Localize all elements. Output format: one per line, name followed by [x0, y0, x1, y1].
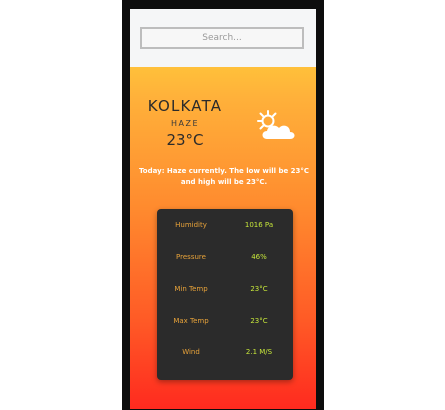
- weather-summary: Today: Haze currently. The low will be 2…: [138, 167, 310, 186]
- page: KOLKATA HAZE 23°C Today: Haze currently.…: [0, 0, 445, 410]
- stat-value: 46%: [251, 253, 267, 261]
- search-bar-area: [130, 9, 316, 67]
- stat-row-wind: Wind 2.1 M/S: [157, 348, 293, 362]
- stat-row-humidity: Humidity 1016 Pa: [157, 221, 293, 235]
- weather-stats-card: Humidity 1016 Pa Pressure 46% Min Temp 2…: [157, 209, 293, 380]
- partly-cloudy-sun-icon: [257, 110, 295, 139]
- stat-row-pressure: Pressure 46%: [157, 253, 293, 267]
- stat-row-min-temp: Min Temp 23°C: [157, 285, 293, 299]
- current-temperature: 23°C: [166, 131, 204, 149]
- stat-label: Min Temp: [174, 285, 208, 293]
- stat-label: Humidity: [175, 221, 207, 229]
- stat-value: 23°C: [250, 285, 268, 293]
- stat-label: Pressure: [176, 253, 206, 261]
- stat-value: 23°C: [250, 317, 268, 325]
- weather-condition: HAZE: [170, 119, 200, 128]
- search-input[interactable]: [140, 27, 304, 49]
- stat-value: 1016 Pa: [244, 221, 274, 229]
- city-name: KOLKATA: [147, 97, 223, 115]
- stat-label: Max Temp: [173, 317, 209, 325]
- weather-app-screen: KOLKATA HAZE 23°C Today: Haze currently.…: [130, 9, 316, 409]
- stat-value: 2.1 M/S: [245, 348, 273, 356]
- phone-frame: KOLKATA HAZE 23°C Today: Haze currently.…: [122, 0, 324, 410]
- stat-label: Wind: [182, 348, 200, 356]
- stat-row-max-temp: Max Temp 23°C: [157, 317, 293, 331]
